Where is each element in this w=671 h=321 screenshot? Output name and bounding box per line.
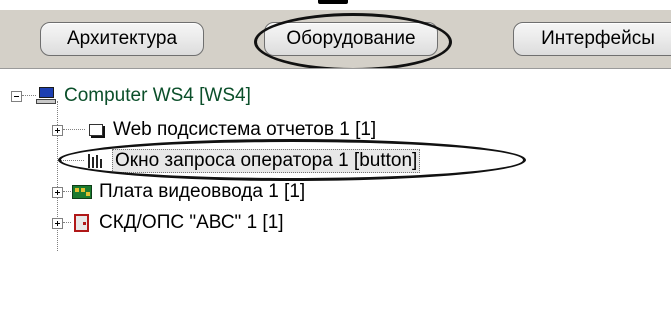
tab-interfaces[interactable]: Интерфейсы: [513, 22, 671, 56]
tree-node-label: Плата видеоввода 1 [1]: [99, 181, 306, 202]
tree-connector-dots: [57, 160, 84, 162]
top-cropped-text: [0, 0, 671, 8]
hardware-tree: Computer WS4 [WS4] Web подсистема отчето…: [0, 69, 671, 321]
operator-request-icon: [84, 151, 106, 171]
tree-connector-dots: [63, 222, 71, 224]
tab-architecture[interactable]: Архитектура: [40, 22, 204, 56]
video-capture-board-icon: [71, 182, 93, 202]
tree-connector-dots: [63, 191, 71, 193]
tree-node-root[interactable]: Computer WS4 [WS4]: [11, 83, 251, 109]
tab-equipment[interactable]: Оборудование: [264, 22, 438, 56]
tree-node-label: СКД/ОПС "АВС" 1 [1]: [99, 212, 284, 233]
tree-node-web-reports[interactable]: Web подсистема отчетов 1 [1]: [52, 117, 376, 143]
expand-toggle-icon[interactable]: [52, 217, 63, 229]
computer-icon: [36, 86, 58, 106]
tab-bar: Архитектура Оборудование Интерфейсы: [0, 10, 671, 71]
hardware-tree-panel: Computer WS4 [WS4] Web подсистема отчето…: [0, 68, 671, 321]
tree-node-access-control[interactable]: СКД/ОПС "АВС" 1 [1]: [52, 210, 284, 236]
expand-toggle-icon[interactable]: [52, 124, 63, 136]
tree-node-label: Computer WS4 [WS4]: [64, 85, 251, 106]
tree-node-label: Окно запроса оператора 1 [button]: [112, 149, 421, 173]
access-control-icon: [71, 213, 93, 233]
tree-connector-dots: [63, 129, 85, 131]
tree-node-video-board[interactable]: Плата видеоввода 1 [1]: [52, 179, 305, 205]
collapse-toggle-icon[interactable]: [11, 90, 22, 102]
expand-toggle-icon[interactable]: [52, 186, 63, 198]
tree-connector-dots: [22, 95, 36, 97]
web-report-icon: [85, 120, 107, 140]
tree-node-operator-request[interactable]: Окно запроса оператора 1 [button]: [57, 148, 421, 174]
tree-node-label: Web подсистема отчетов 1 [1]: [113, 119, 377, 140]
